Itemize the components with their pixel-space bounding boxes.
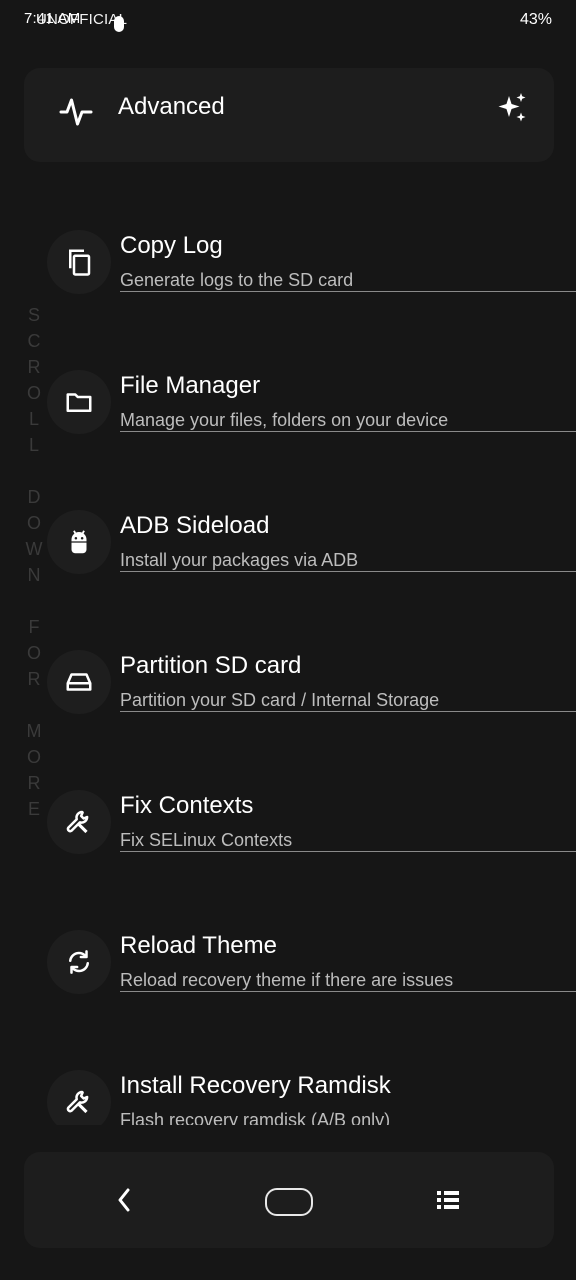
list-item-title: ADB Sideload (120, 512, 270, 539)
divider (120, 991, 576, 992)
home-pill-icon[interactable] (265, 1188, 313, 1216)
header-card: Advanced (24, 68, 554, 162)
list-item-subtitle: Fix SELinux Contexts (120, 830, 293, 850)
divider (120, 851, 576, 852)
list-item-subtitle: Manage your files, folders on your devic… (120, 410, 449, 430)
list-item-adb-sideload[interactable]: ADB Sideload Install your packages via A… (0, 500, 576, 610)
battery-level: 43% (519, 11, 552, 28)
list-item-subtitle: Install your packages via ADB (120, 550, 359, 570)
list-item-title: Copy Log (120, 232, 223, 259)
menu-button[interactable] (424, 1176, 472, 1224)
list-item-fix-contexts[interactable]: Fix Contexts Fix SELinux Contexts (0, 780, 576, 890)
list-item-install-ramdisk[interactable]: Install Recovery Ramdisk Flash recovery … (0, 1060, 576, 1125)
back-button[interactable] (100, 1176, 148, 1224)
list-item-icon (47, 930, 111, 994)
divider (120, 711, 576, 712)
list-item-copy-log[interactable]: Copy Log Generate logs to the SD card (0, 220, 576, 330)
list-item-partition-sd[interactable]: Partition SD card Partition your SD card… (0, 640, 576, 750)
list-item-icon (47, 370, 111, 434)
list-item-title: Install Recovery Ramdisk (120, 1072, 391, 1099)
list-item-icon (47, 1070, 111, 1125)
status-left: 7:41 AM UNOFFICIAL (24, 10, 184, 32)
list-item-title: File Manager (120, 372, 261, 399)
wrench-icon (66, 810, 89, 834)
list-item-icon (47, 230, 111, 294)
list-icon (437, 1191, 459, 1209)
list-item-reload-theme[interactable]: Reload Theme Reload recovery theme if th… (0, 920, 576, 1030)
pulse-icon (59, 98, 93, 126)
list-item-subtitle: Flash recovery ramdisk (A/B only) (120, 1110, 391, 1125)
advanced-list: Copy Log Generate logs to the SD card Fi… (0, 220, 576, 1125)
divider (120, 291, 576, 292)
list-item-subtitle: Partition your SD card / Internal Storag… (120, 690, 440, 710)
list-item-icon (47, 790, 111, 854)
list-item-subtitle: Generate logs to the SD card (120, 270, 354, 290)
list-item-file-manager[interactable]: File Manager Manage your files, folders … (0, 360, 576, 470)
copy-icon (69, 249, 91, 276)
page-title: Advanced (118, 93, 225, 120)
folder-icon (66, 393, 92, 412)
list-item-icon (47, 510, 111, 574)
chevron-left-icon (118, 1188, 130, 1212)
list-item-subtitle: Reload recovery theme if there are issue… (120, 970, 454, 990)
list-item-icon (47, 650, 111, 714)
bottom-nav-bar (24, 1152, 554, 1248)
reload-icon (69, 950, 89, 974)
storage-icon (66, 673, 92, 691)
list-item-title: Fix Contexts (120, 792, 254, 819)
list-item-title: Reload Theme (120, 932, 277, 959)
android-icon (71, 530, 87, 554)
divider (120, 571, 576, 572)
list-item-title: Partition SD card (120, 652, 302, 679)
notification-dot-icon (114, 16, 124, 32)
sparkle-icon[interactable] (494, 90, 530, 126)
divider (120, 431, 576, 432)
status-bar: 7:41 AM UNOFFICIAL 43% (0, 0, 576, 42)
wrench-icon (66, 1090, 89, 1114)
